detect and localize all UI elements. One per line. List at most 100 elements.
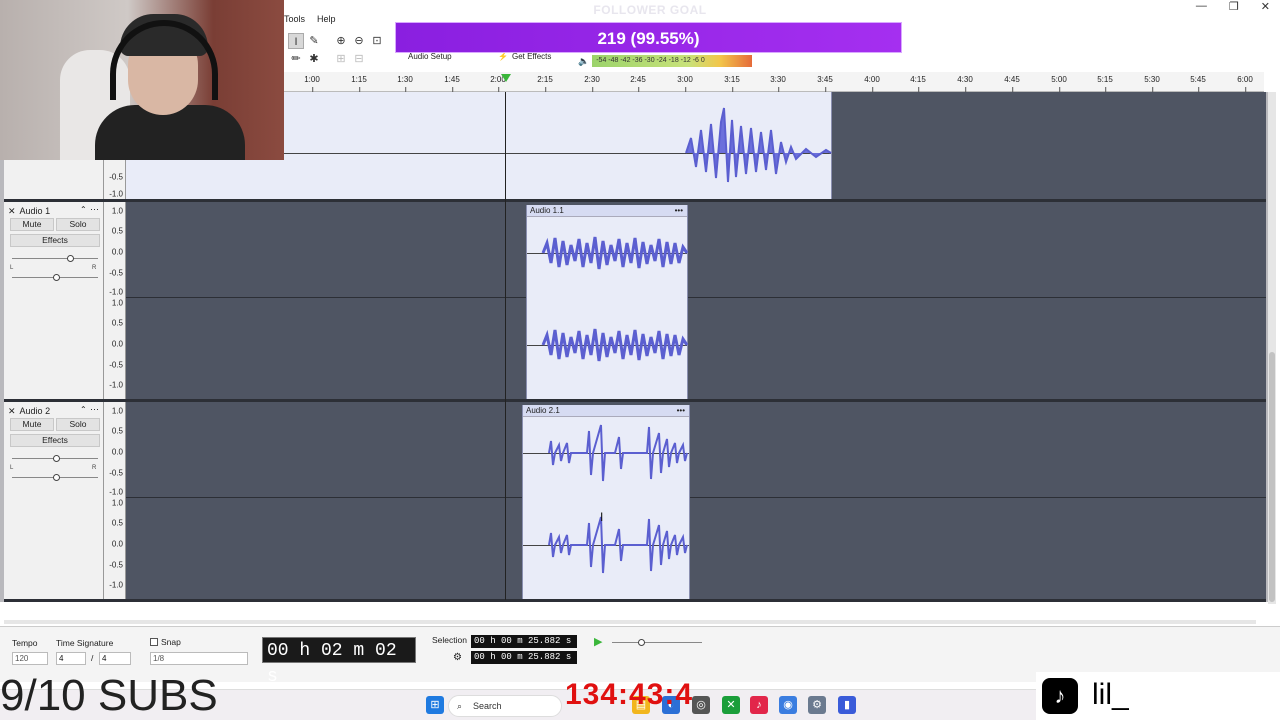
snap-checkbox[interactable] [150,638,158,646]
pan-knob[interactable] [53,474,60,481]
collapse-icon[interactable]: ⌃ [80,205,87,214]
track-name: ✕ Audio 1 [8,206,50,217]
time-signature-numerator[interactable]: 4 [56,652,86,665]
track-audio-1[interactable]: ✕ Audio 1 ⌃ ⋯ Mute Solo Effects L R 1.0 … [4,202,1266,402]
envelope-tool-icon[interactable]: ✎ [306,33,322,49]
effects-button[interactable]: Effects [10,434,100,447]
scale-label: 1.0 [111,498,123,508]
vertical-scrollbar[interactable] [1268,92,1276,604]
taskbar-search[interactable]: ⌕ Search [448,695,562,717]
tiktok-overlay: ♪ lil_ [1036,672,1280,720]
xbox-icon[interactable]: ✕ [722,696,740,714]
zoom-in-icon[interactable]: ⊕ [333,33,349,49]
ruler-tick: 3:30 [770,75,786,92]
playback-meter[interactable]: 🔈 -54 -48 -42 -36 -30 -24 -18 -12 -6 0 [578,53,758,69]
solo-button[interactable]: Solo [56,418,100,431]
selection-end[interactable]: 00 h 00 m 25.882 s [471,651,577,664]
scale-label: 0.0 [111,339,123,349]
close-track-icon[interactable]: ✕ [8,406,16,417]
playhead-marker[interactable] [501,74,511,82]
track-name-label: Audio 1 [19,206,51,216]
playback-speed-knob[interactable] [638,639,645,646]
horizontal-scrollbar[interactable] [4,620,1256,624]
ruler-tick: 1:15 [351,75,367,92]
track-control-panel: ✕ Audio 2 ⌃ ⋯ Mute Solo Effects L R [4,402,104,599]
multi-tool-icon[interactable]: ✱ [306,51,322,67]
taskbar-search-label: Search [473,701,502,711]
pan-slider[interactable] [12,474,98,481]
snap-select[interactable]: 1/8 [150,652,248,665]
effects-button[interactable]: Effects [10,234,100,247]
close-track-icon[interactable]: ✕ [8,206,16,217]
scale-label: 1.0 [111,298,123,308]
draw-tool-icon[interactable]: ✏ [288,51,304,67]
timeline-ruler[interactable]: 1:00 1:15 1:30 1:45 2:00 2:15 2:30 2:45 … [284,72,1264,92]
scale-label: -1.0 [109,487,123,497]
selection-settings-icon[interactable]: ⚙ [453,652,462,663]
minimize-button[interactable]: — [1196,0,1207,13]
scale-label: -0.5 [109,268,123,278]
audio-clip-1-1[interactable]: Audio 1.1 ••• [526,205,689,399]
app-icon[interactable]: ◎ [692,696,710,714]
selection-tool-icon[interactable]: I [288,33,304,49]
pan-left-label: L [10,265,14,271]
fit-selection-icon[interactable]: ⊡ [369,33,385,49]
scale-label: -0.5 [109,468,123,478]
pan-slider[interactable] [12,274,98,281]
gain-knob[interactable] [67,255,74,262]
vertical-scale: 1.0 0.5 0.0 -0.5 -1.0 1.0 0.5 0.0 -0.5 -… [104,202,126,399]
close-button[interactable]: ✕ [1261,0,1270,13]
tiktok-handle: lil_ [1092,678,1129,711]
music-app-icon[interactable]: ♪ [750,696,768,714]
track-menu-icon[interactable]: ⋯ [90,404,99,415]
audacity-icon[interactable]: ▮ [838,696,856,714]
vertical-scale: 1.0 0.5 0.0 -0.5 -1.0 1.0 0.5 0.0 -0.5 -… [104,402,126,599]
ruler-tick: 2:15 [537,75,553,92]
gain-slider[interactable] [12,255,98,262]
pan-knob[interactable] [53,274,60,281]
follower-goal-bar: 219 (99.55%) [395,22,902,53]
waveform-audio-1 [541,236,689,362]
time-display[interactable]: 00 h 02 m 02 s [262,637,416,687]
snap-toggle[interactable]: Snap [150,637,181,647]
maximize-button[interactable]: ❐ [1229,0,1239,13]
tempo-input[interactable]: 120 [12,652,48,665]
ruler-tick: 3:45 [817,75,833,92]
scale-label: 1.0 [111,406,123,416]
zoom-out-icon[interactable]: ⊖ [351,33,367,49]
scale-label: 1.0 [111,206,123,216]
menu-help[interactable]: Help [317,14,336,24]
track-menu-icon[interactable]: ⋯ [90,204,99,215]
selection-start[interactable]: 00 h 00 m 25.882 s [471,635,577,648]
meter-scale: -54 -48 -42 -36 -30 -24 -18 -12 -6 0 [592,55,753,67]
ruler-tick: 5:00 [1051,75,1067,92]
webcam-overlay [0,0,284,160]
gain-knob[interactable] [53,455,60,462]
scale-label: 0.5 [111,226,123,236]
menu-tools[interactable]: Tools [284,14,305,24]
audio-clip-2-1[interactable]: Audio 2.1 ••• [522,405,690,599]
ruler-tick: 3:00 [677,75,693,92]
silence-icon[interactable]: ⊟ [351,51,367,67]
time-signature-slash: / [91,653,94,663]
windows-start-icon[interactable]: ⊞ [426,696,444,714]
chrome-icon[interactable]: ◉ [779,696,797,714]
trim-icon[interactable]: ⊞ [333,51,349,67]
scale-label: -1.0 [109,189,123,199]
gain-slider[interactable] [12,455,98,462]
solo-button[interactable]: Solo [56,218,100,231]
track-audio-2[interactable]: ✕ Audio 2 ⌃ ⋯ Mute Solo Effects L R 1.0 … [4,402,1266,602]
mute-button[interactable]: Mute [10,418,54,431]
time-signature-denominator[interactable]: 4 [99,652,131,665]
collapse-icon[interactable]: ⌃ [80,405,87,414]
play-at-speed-icon[interactable]: ▶ [594,635,602,648]
vertical-scroll-thumb[interactable] [1269,352,1275,602]
playback-speed-slider[interactable] [612,639,702,646]
search-icon: ⌕ [457,701,463,711]
ruler-tick: 1:30 [397,75,413,92]
window-controls: — ❐ ✕ [1196,0,1270,13]
speaker-icon: 🔈 [578,55,590,66]
mute-button[interactable]: Mute [10,218,54,231]
settings-icon[interactable]: ⚙ [808,696,826,714]
track-area[interactable]: -0.5 -1.0 ✕ Audio 1 ⌃ ⋯ Mute Solo Effect… [0,92,1268,602]
